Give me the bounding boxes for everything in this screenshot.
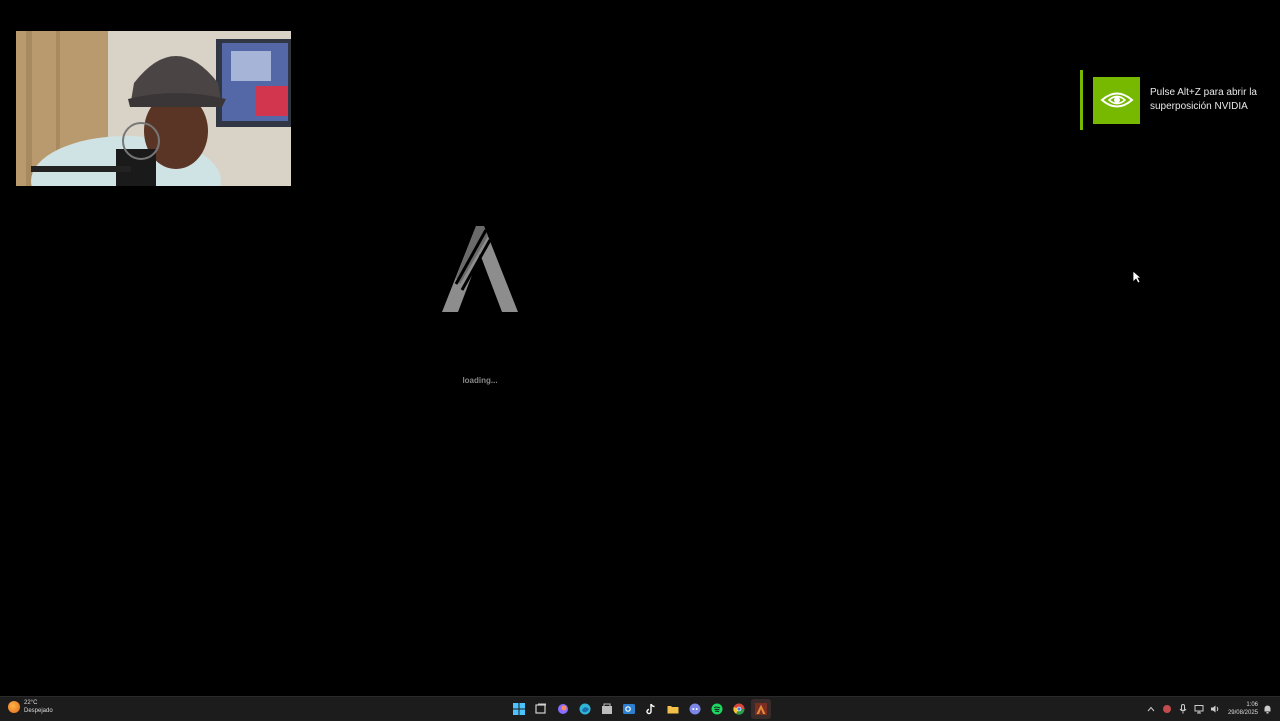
tiktok-icon[interactable]: [641, 699, 661, 719]
microphone-icon[interactable]: [1176, 701, 1190, 717]
start-icon[interactable]: [509, 699, 529, 719]
copilot-icon[interactable]: [553, 699, 573, 719]
loading-label: loading...: [462, 376, 498, 385]
chrome-icon[interactable]: [729, 699, 749, 719]
weather-icon: [8, 701, 20, 713]
fivem-icon[interactable]: [751, 699, 771, 719]
discord-icon[interactable]: [685, 699, 705, 719]
weather-widget[interactable]: 22°C Despejado: [8, 699, 53, 715]
clock-time: 1:06: [1246, 702, 1258, 708]
fivem-logo-icon: [442, 226, 518, 312]
spotify-icon[interactable]: [707, 699, 727, 719]
taskbar: 22°C Despejado 1:06 29/08/2025: [0, 696, 1280, 721]
webcam-image: [16, 31, 291, 186]
taskbar-clock[interactable]: 1:06 29/08/2025: [1228, 701, 1258, 717]
overlay-hint-text: Pulse Alt+Z para abrir la superposición …: [1150, 87, 1257, 112]
task-view-icon[interactable]: [531, 699, 551, 719]
outlook-icon[interactable]: [619, 699, 639, 719]
network-icon[interactable]: [1192, 701, 1206, 717]
tray-app-icon[interactable]: [1160, 701, 1174, 717]
weather-temperature: 22°C: [24, 700, 38, 706]
webcam-overlay: [16, 31, 291, 186]
weather-description: Despejado: [24, 708, 53, 714]
notifications-bell-icon[interactable]: [1260, 701, 1274, 717]
show-hidden-icons-chevron-icon[interactable]: [1144, 701, 1158, 717]
nvidia-overlay-toast: Pulse Alt+Z para abrir la superposición …: [1080, 70, 1270, 130]
clock-date: 29/08/2025: [1227, 710, 1258, 716]
nvidia-logo-icon: [1093, 76, 1140, 124]
system-tray: 1:06 29/08/2025: [1142, 699, 1274, 719]
taskbar-apps: [509, 699, 773, 719]
file-explorer-icon[interactable]: [663, 699, 683, 719]
edge-icon[interactable]: [575, 699, 595, 719]
store-icon[interactable]: [597, 699, 617, 719]
mouse-cursor-icon: [1132, 270, 1142, 284]
volume-icon[interactable]: [1208, 701, 1222, 717]
toast-accent-bar: [1080, 70, 1083, 130]
